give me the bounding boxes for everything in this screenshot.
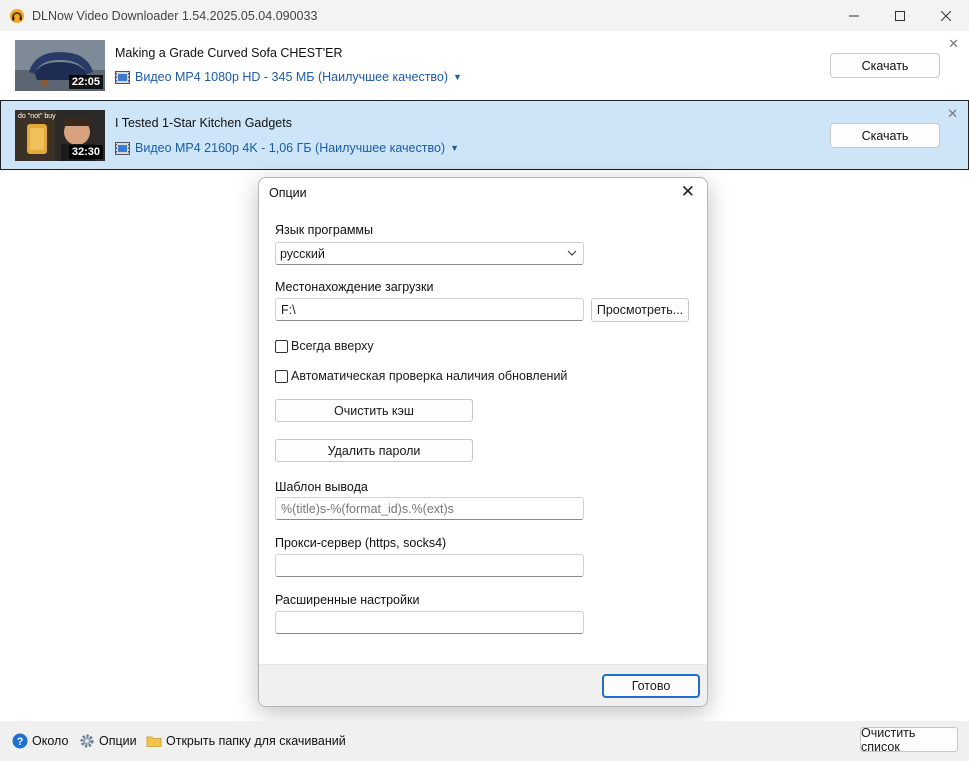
app-logo-icon <box>9 8 25 24</box>
folder-icon <box>146 733 162 749</box>
auto-update-checkbox-row[interactable]: Автоматическая проверка наличия обновлен… <box>275 369 567 383</box>
options-link[interactable]: Опции <box>79 733 137 749</box>
auto-update-label: Автоматическая проверка наличия обновлен… <box>291 369 568 383</box>
about-link[interactable]: ? Около <box>12 733 68 749</box>
chevron-down-icon: ▼ <box>450 143 460 153</box>
video-duration: 32:30 <box>68 145 103 159</box>
download-button[interactable]: Скачать <box>830 123 940 148</box>
film-icon <box>115 141 130 155</box>
language-select[interactable]: русский <box>275 242 584 265</box>
chevron-down-icon: ▼ <box>453 72 462 82</box>
proxy-input[interactable] <box>275 554 584 577</box>
ok-button[interactable]: Готово <box>602 674 700 698</box>
download-button[interactable]: Скачать <box>830 53 940 78</box>
browse-button[interactable]: Просмотреть... <box>591 298 689 322</box>
svg-text:?: ? <box>17 736 24 748</box>
video-row-selected[interactable]: do "not" buy 32:30 I Tested 1-Star Kitch… <box>0 100 969 170</box>
proxy-label: Прокси-сервер (https, socks4) <box>275 536 447 550</box>
template-label: Шаблон вывода <box>275 480 368 494</box>
format-label: Видео MP4 1080p HD - 345 МБ (Наилучшее к… <box>135 70 449 84</box>
film-icon <box>115 70 130 84</box>
open-folder-label: Открыть папку для скачиваний <box>166 734 346 748</box>
maximize-button[interactable] <box>877 0 923 32</box>
open-folder-link[interactable]: Открыть папку для скачиваний <box>146 733 346 749</box>
auto-update-checkbox[interactable] <box>275 369 288 383</box>
close-icon <box>941 11 951 21</box>
format-label: Видео MP4 2160p 4K - 1,06 ГБ (Наилучшее … <box>135 141 446 155</box>
options-dialog: Опции ✕ Язык программы русский Местонахо… <box>258 177 708 707</box>
advanced-settings-label: Расширенные настройки <box>275 593 420 607</box>
always-on-top-checkbox[interactable] <box>275 339 288 353</box>
remove-row-close-icon[interactable]: ✕ <box>948 36 959 52</box>
video-row[interactable]: 22:05 Making a Grade Curved Sofa CHEST'E… <box>0 31 969 101</box>
clear-list-button[interactable]: Очистить список <box>860 726 958 754</box>
always-on-top-checkbox-row[interactable]: Всегда вверху <box>275 339 374 353</box>
dialog-footer: Готово <box>259 664 707 706</box>
chevron-down-icon <box>567 248 577 261</box>
remove-row-close-icon[interactable]: ✕ <box>947 106 958 122</box>
options-label: Опции <box>99 734 137 748</box>
format-selector[interactable]: Видео MP4 2160p 4K - 1,06 ГБ (Наилучшее … <box>115 141 459 155</box>
video-thumbnail: do "not" buy 32:30 <box>15 110 105 161</box>
close-button[interactable] <box>923 0 969 32</box>
template-input[interactable]: %(title)s-%(format_id)s.%(ext)s <box>275 497 584 520</box>
maximize-icon <box>895 11 905 21</box>
title-bar: DLNow Video Downloader 1.54.2025.05.04.0… <box>0 0 969 32</box>
dialog-close-icon[interactable]: ✕ <box>681 182 695 202</box>
advanced-settings-input[interactable] <box>275 611 584 634</box>
window-title: DLNow Video Downloader 1.54.2025.05.04.0… <box>32 9 318 23</box>
location-input[interactable]: F:\ <box>275 298 584 321</box>
about-label: Около <box>32 734 69 748</box>
video-title: Making a Grade Curved Sofa CHEST'ER <box>115 46 343 60</box>
help-icon: ? <box>12 733 28 749</box>
location-label: Местонахождение загрузки <box>275 280 434 294</box>
minimize-button[interactable] <box>831 0 877 32</box>
language-value: русский <box>280 246 325 261</box>
always-on-top-label: Всегда вверху <box>291 339 374 353</box>
minimize-icon <box>849 15 859 17</box>
clear-cache-button[interactable]: Очистить кэш <box>275 399 473 422</box>
format-selector[interactable]: Видео MP4 1080p HD - 345 МБ (Наилучшее к… <box>115 70 462 84</box>
video-duration: 22:05 <box>68 75 103 89</box>
gear-icon <box>79 733 95 749</box>
dialog-title: Опции <box>269 186 307 200</box>
status-bar: ? Около Опции Открыть папку для скачиван… <box>0 721 969 761</box>
video-thumbnail: 22:05 <box>15 40 105 91</box>
delete-passwords-button[interactable]: Удалить пароли <box>275 439 473 462</box>
video-title: I Tested 1-Star Kitchen Gadgets <box>115 116 292 130</box>
language-label: Язык программы <box>275 223 373 237</box>
thumbnail-caption: do "not" buy <box>18 113 56 120</box>
